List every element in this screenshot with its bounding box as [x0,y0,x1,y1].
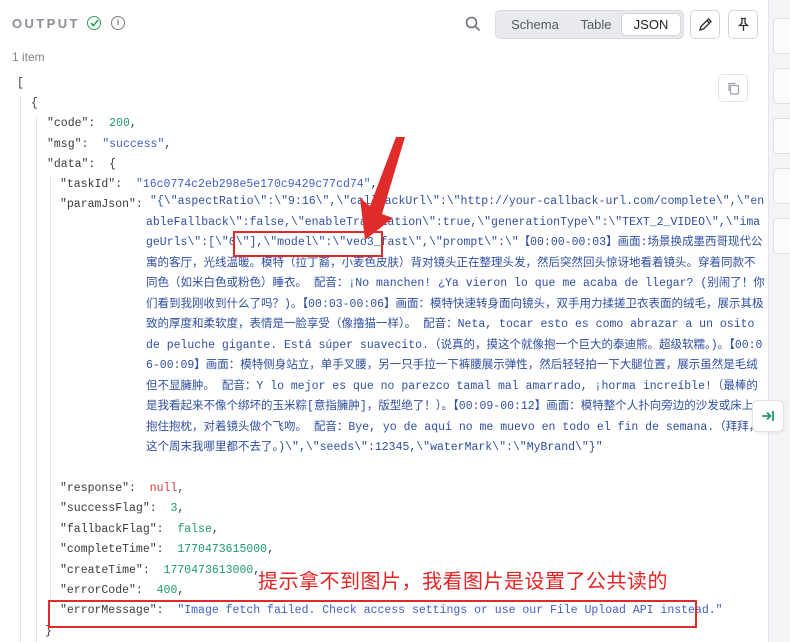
annotation-box-errormessage [48,600,697,628]
side-tab[interactable] [773,218,790,254]
annotation-text: 提示拿不到图片，我看图片是设置了公共读的 [258,571,668,593]
input-arrow-icon [762,411,774,421]
side-tab[interactable] [773,168,790,204]
side-tab[interactable] [773,68,790,104]
annotation-box-imageurls [233,231,383,257]
side-tab[interactable] [773,118,790,154]
side-tab[interactable] [773,18,790,54]
annotation-arrow [360,137,405,240]
output-panel: OUTPUT i Schema Table JSON 1 item [ { "c… [0,0,768,642]
side-action-button[interactable] [752,400,784,432]
right-side-strip [768,0,790,642]
